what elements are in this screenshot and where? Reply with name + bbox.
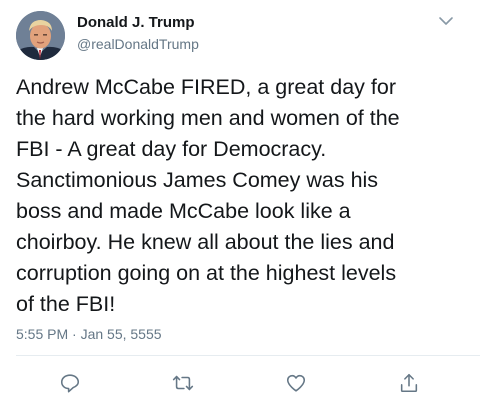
tweet-timestamp[interactable]: 5:55 PM · Jan 55, 5555 — [16, 326, 162, 342]
heart-icon — [286, 374, 306, 392]
reply-icon — [60, 374, 80, 393]
reply-button[interactable] — [59, 372, 81, 394]
display-name[interactable]: Donald J. Trump — [77, 14, 195, 31]
chevron-down-icon[interactable] — [437, 14, 455, 28]
retweet-icon — [172, 375, 194, 391]
tweet-text: Andrew McCabe FIRED, a great day for the… — [16, 75, 400, 316]
share-icon — [400, 373, 418, 393]
profile-photo-icon — [16, 11, 65, 60]
like-button[interactable] — [285, 372, 307, 394]
divider — [16, 355, 480, 356]
retweet-button[interactable] — [172, 372, 194, 394]
user-handle[interactable]: @realDonaldTrump — [77, 36, 199, 52]
avatar[interactable] — [16, 11, 65, 60]
share-button[interactable] — [398, 372, 420, 394]
tweet-card: Donald J. Trump @realDonaldTrump Andrew … — [0, 0, 480, 410]
